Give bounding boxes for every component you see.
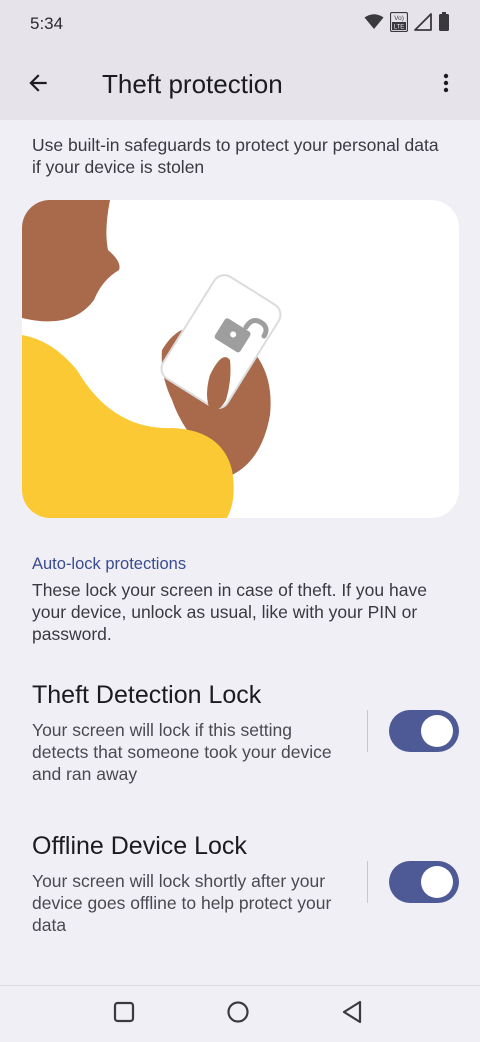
status-bar: 5:34 Vo) LTE — [0, 0, 480, 50]
recents-button[interactable] — [106, 996, 142, 1032]
back-triangle-icon — [341, 1000, 363, 1029]
theft-detection-lock-toggle[interactable] — [389, 710, 459, 752]
theft-illustration — [22, 200, 459, 518]
arrow-back-icon — [25, 70, 51, 101]
home-button[interactable] — [220, 996, 256, 1032]
status-icons: Vo) LTE — [364, 11, 450, 37]
setting-title-offline-device[interactable]: Offline Device Lock — [32, 832, 247, 861]
section-description: These lock your screen in case of theft.… — [32, 580, 427, 644]
setting-description-theft-detection: Your screen will lock if this setting de… — [32, 720, 332, 784]
toggle-thumb — [421, 866, 453, 898]
divider — [367, 861, 368, 903]
overflow-menu-button[interactable] — [422, 61, 470, 109]
toggle-thumb — [421, 715, 453, 747]
volte-text-top: Vo) — [394, 15, 404, 22]
app-bar: Theft protection — [0, 50, 480, 120]
battery-icon — [438, 11, 450, 37]
section-header-auto-lock: Auto-lock protections — [32, 555, 187, 573]
divider — [367, 710, 368, 752]
setting-description-offline-device: Your screen will lock shortly after your… — [32, 871, 332, 935]
more-vert-icon — [434, 70, 458, 101]
offline-device-lock-toggle[interactable] — [389, 861, 459, 903]
home-icon — [226, 1000, 250, 1029]
page-title: Theft protection — [102, 69, 283, 99]
status-time: 5:34 — [30, 14, 64, 33]
recents-icon — [113, 1001, 135, 1028]
setting-title-theft-detection[interactable]: Theft Detection Lock — [32, 681, 261, 710]
signal-icon — [414, 12, 432, 36]
nav-back-button[interactable] — [334, 996, 370, 1032]
volte-text-bottom: LTE — [394, 24, 405, 30]
volte-icon: Vo) LTE — [389, 11, 409, 37]
wifi-icon — [364, 13, 384, 35]
intro-text: Use built-in safeguards to protect your … — [32, 135, 439, 177]
back-button[interactable] — [14, 61, 62, 109]
head-shape — [22, 200, 120, 322]
navigation-bar — [0, 985, 480, 1042]
